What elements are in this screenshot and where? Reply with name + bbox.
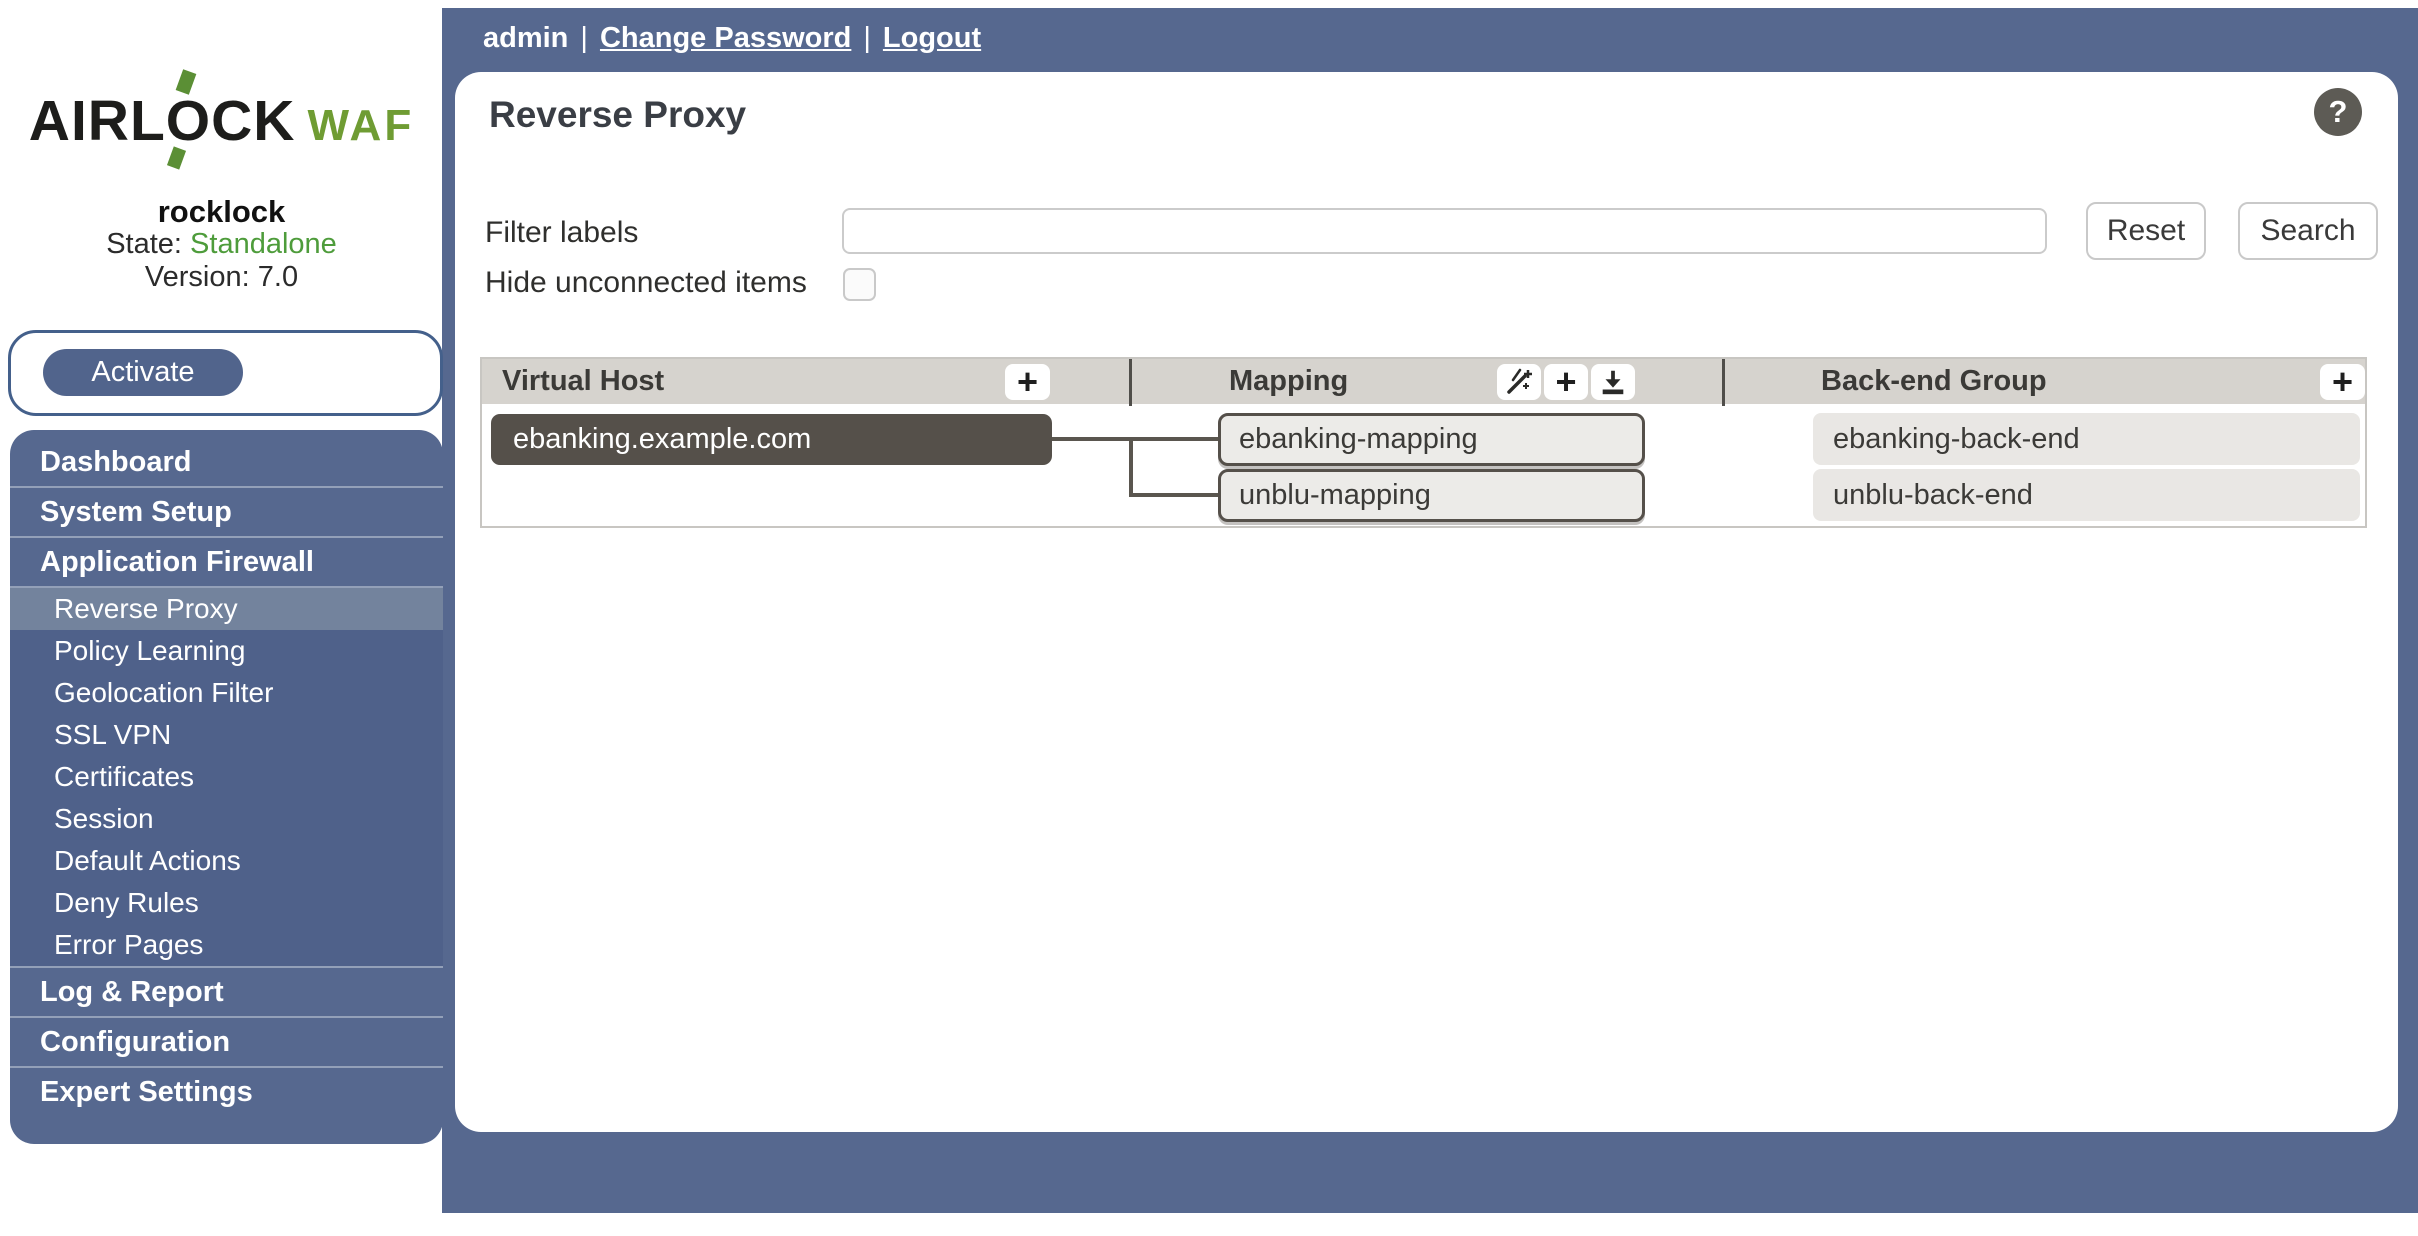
filter-labels-label: Filter labels <box>485 216 639 249</box>
logo-text-prefix: AIRL <box>28 89 166 153</box>
logo-product-name: WAF <box>307 101 415 150</box>
sidebar-item-ssl-vpn[interactable]: SSL VPN <box>10 714 443 756</box>
user-session-bar: admin | Change Password | Logout <box>483 18 981 58</box>
change-password-link[interactable]: Change Password <box>600 22 851 54</box>
mapping-node[interactable]: unblu-mapping <box>1218 469 1645 522</box>
plus-icon: + <box>2331 361 2354 402</box>
sidebar-item-error-pages[interactable]: Error Pages <box>10 924 443 966</box>
column-header-backend-group: Back-end Group <box>1821 365 2047 397</box>
username: admin <box>483 22 569 54</box>
version-line: Version: 7.0 <box>0 261 443 294</box>
state-label: State: <box>106 228 182 260</box>
board-header: Virtual Host Mapping Back-end Group + + … <box>482 359 2365 406</box>
reverse-proxy-board: Virtual Host Mapping Back-end Group + + … <box>480 357 2367 528</box>
sidebar-item-expert-settings[interactable]: Expert Settings <box>10 1068 443 1116</box>
auto-mapping-wand-button[interactable] <box>1497 364 1541 400</box>
application-firewall-submenu: Reverse Proxy Policy Learning Geolocatio… <box>10 588 443 966</box>
column-header-virtual-host: Virtual Host <box>502 365 665 397</box>
column-divider <box>1722 359 1725 406</box>
main-panel: Reverse Proxy ? Filter labels Reset Sear… <box>455 72 2398 1132</box>
help-icon[interactable]: ? <box>2314 88 2362 136</box>
add-virtual-host-button[interactable]: + <box>1005 364 1050 400</box>
plus-icon: + <box>1555 361 1577 402</box>
airlock-waf-screen: admin | Change Password | Logout AIRLOCK WAF … <box>0 0 2418 1236</box>
column-header-mapping: Mapping <box>1229 365 1349 397</box>
backend-group-node[interactable]: ebanking-back-end <box>1813 413 2360 465</box>
state-value: Standalone <box>190 228 337 260</box>
magic-wand-icon <box>1504 367 1534 397</box>
sidebar-item-session[interactable]: Session <box>10 798 443 840</box>
state-line: State: Standalone <box>0 228 443 261</box>
download-icon <box>1598 367 1628 397</box>
add-mapping-button[interactable]: + <box>1544 364 1588 400</box>
sidebar-item-application-firewall[interactable]: Application Firewall <box>10 538 443 586</box>
sidebar-item-configuration[interactable]: Configuration <box>10 1018 443 1066</box>
virtual-host-node[interactable]: ebanking.example.com <box>491 414 1052 465</box>
filter-labels-input[interactable] <box>842 208 2047 254</box>
plus-icon: + <box>1016 361 1039 402</box>
sidebar-item-default-actions[interactable]: Default Actions <box>10 840 443 882</box>
add-backend-group-button[interactable]: + <box>2320 364 2365 400</box>
sidebar-item-policy-learning[interactable]: Policy Learning <box>10 630 443 672</box>
activate-button[interactable]: Activate <box>43 349 243 396</box>
sidebar-item-geolocation-filter[interactable]: Geolocation Filter <box>10 672 443 714</box>
import-mapping-button[interactable] <box>1591 364 1635 400</box>
sidebar-item-system-setup[interactable]: System Setup <box>10 488 443 536</box>
mapping-node[interactable]: ebanking-mapping <box>1218 413 1645 466</box>
backend-group-node[interactable]: unblu-back-end <box>1813 469 2360 521</box>
page-title: Reverse Proxy <box>489 94 747 135</box>
connector-line <box>1129 437 1133 497</box>
activate-frame: Activate <box>8 330 443 416</box>
hide-unconnected-label: Hide unconnected items <box>485 266 807 299</box>
sidebar-item-certificates[interactable]: Certificates <box>10 756 443 798</box>
version-label: Version: <box>144 261 250 293</box>
connector-line <box>1052 437 1218 441</box>
sidebar-item-dashboard[interactable]: Dashboard <box>10 438 443 486</box>
hide-unconnected-checkbox[interactable] <box>843 268 876 301</box>
logout-link[interactable]: Logout <box>883 22 981 54</box>
sidebar-item-deny-rules[interactable]: Deny Rules <box>10 882 443 924</box>
sidebar-menu: Dashboard System Setup Application Firew… <box>10 430 443 1144</box>
sidebar-item-reverse-proxy[interactable]: Reverse Proxy <box>10 588 443 630</box>
connector-line <box>1129 493 1218 497</box>
reset-button[interactable]: Reset <box>2086 202 2206 260</box>
search-button[interactable]: Search <box>2238 202 2378 260</box>
airlock-logo: AIRLOCK WAF <box>0 88 443 154</box>
separator: | <box>863 22 871 54</box>
column-divider <box>1129 359 1132 406</box>
separator: | <box>580 22 588 54</box>
version-value: 7.0 <box>257 261 299 293</box>
sidebar-item-log-report[interactable]: Log & Report <box>10 968 443 1016</box>
logo-o-glyph: O <box>165 89 212 153</box>
hostname: rocklock <box>157 194 286 229</box>
logo-text-suffix: CK <box>211 89 296 153</box>
